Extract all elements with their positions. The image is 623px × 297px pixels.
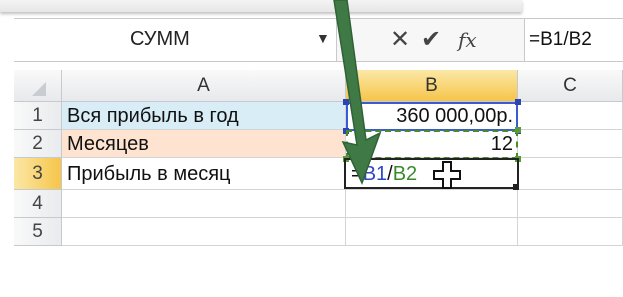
cell-a5[interactable] [62,218,346,246]
name-box-value: СУММ [130,28,190,50]
formula-text: =B1/B2 [529,29,592,50]
cross-cursor-icon [433,161,461,189]
cell-c4[interactable] [518,190,623,218]
reference-handle[interactable] [515,99,521,105]
formula-bar-divider [350,27,353,53]
ribbon-edge [0,0,522,12]
chevron-down-icon[interactable]: ▼ [316,30,330,46]
column-header-a[interactable]: A [62,70,346,102]
row-header-5[interactable]: 5 [14,218,62,246]
name-box[interactable]: СУММ ▼ [14,19,337,61]
reference-handle[interactable] [343,99,349,105]
cell-c2[interactable] [518,130,623,158]
row-header-3[interactable]: 3 [14,158,62,190]
cell-c1[interactable] [518,102,623,130]
formula-input[interactable]: =B1/B2 [524,19,623,61]
select-all-corner[interactable] [14,70,62,102]
row-header-1[interactable]: 1 [14,102,62,130]
column-header-b[interactable]: B [346,70,518,102]
row-header-4[interactable]: 4 [14,190,62,218]
reference-border-b1 [346,102,518,131]
fill-handle[interactable] [513,184,519,190]
reference-border-b2 [346,130,518,159]
fx-icon[interactable]: fx [458,25,477,55]
row-header-2[interactable]: 2 [14,130,62,158]
cell-a4[interactable] [62,190,346,218]
reference-handle[interactable] [515,127,521,133]
check-icon[interactable]: ✔ [421,25,441,55]
cell-a2[interactable]: Месяцев [62,130,346,158]
x-icon[interactable]: ✕ [390,25,410,55]
cell-a3[interactable]: Прибыль в месяц [62,158,346,190]
cell-b5[interactable] [346,218,518,246]
cell-b4[interactable] [346,190,518,218]
formula-bar: СУММ ▼ ✕ ✔ fx =B1/B2 [14,18,623,62]
spreadsheet-grid: A B C 1 2 3 4 5 Вся прибыль в год 360 00… [14,70,623,297]
cell-c3[interactable] [518,158,623,190]
cell-c5[interactable] [518,218,623,246]
cell-a1[interactable]: Вся прибыль в год [62,102,346,130]
column-header-c[interactable]: C [518,70,623,102]
